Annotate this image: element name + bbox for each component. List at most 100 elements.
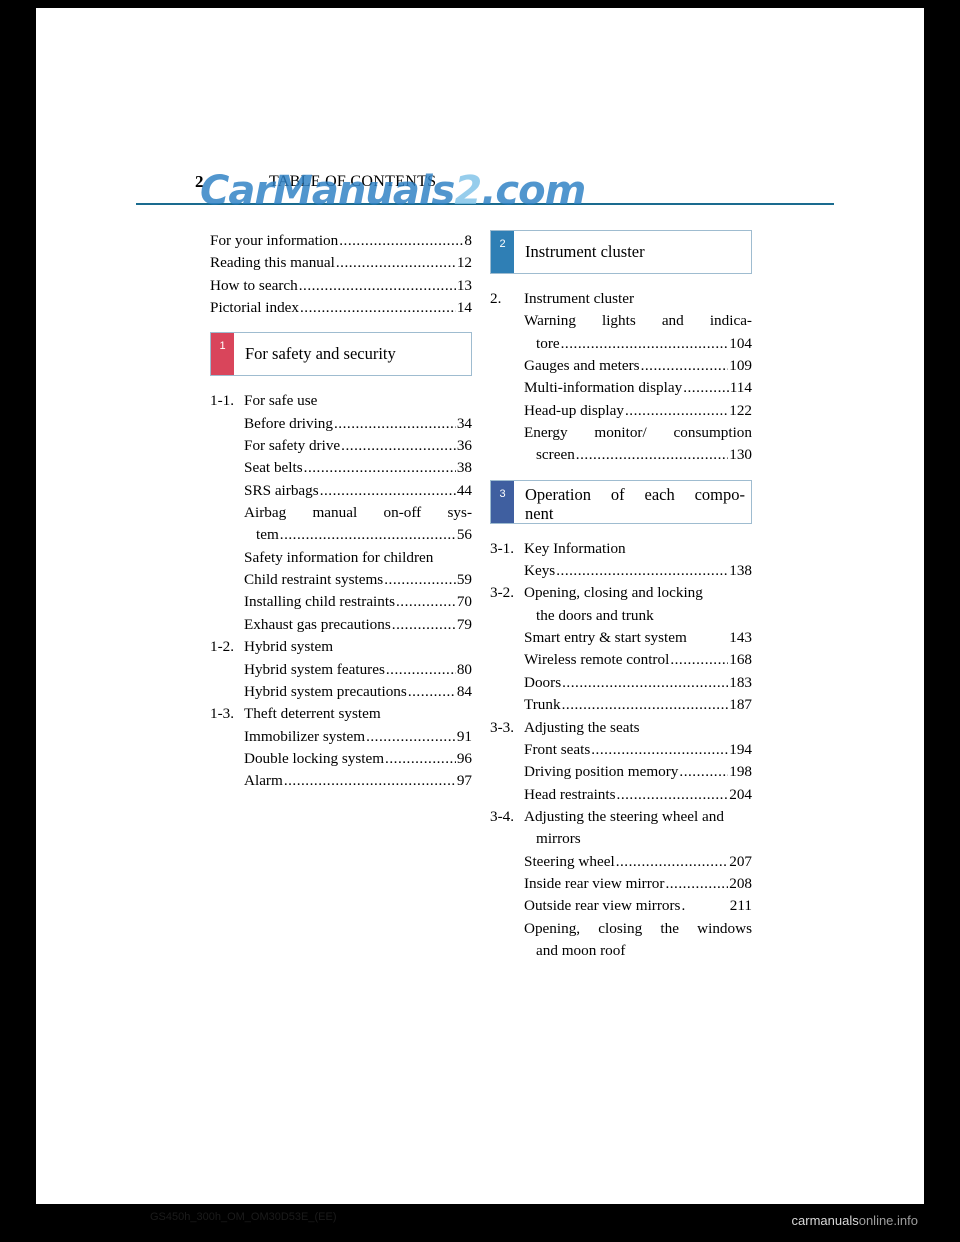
toc-entry-page: 56 xyxy=(456,526,472,544)
section-title-cont: mirrors xyxy=(490,828,752,850)
toc-entry-page: 187 xyxy=(729,696,752,714)
toc-entry[interactable]: Hybrid system features .................… xyxy=(210,659,472,681)
leader-dots: ........................................… xyxy=(679,763,728,781)
leader-dots: ........................................… xyxy=(670,651,728,669)
toc-entry-label: How to search xyxy=(210,276,298,294)
toc-entry-label: Gauges and meters xyxy=(524,357,640,375)
toc-entry-label: Multi-information display xyxy=(524,379,683,397)
toc-section-heading[interactable]: 3-4. Adjusting the steering wheel and xyxy=(490,806,752,828)
section-banner-title-line1: Operation of each compo- xyxy=(525,484,745,504)
toc-section-heading[interactable]: 1-1. For safe use xyxy=(210,390,472,412)
toc-entry[interactable]: Before driving .........................… xyxy=(210,413,472,435)
toc-entry[interactable]: Airbag manual on-off sys- tem ..........… xyxy=(210,502,472,547)
toc-entry[interactable]: Child restraint systems ................… xyxy=(210,569,472,591)
watermark-text-3: .com xyxy=(481,168,586,214)
section-title: Opening, closing and locking xyxy=(524,584,703,602)
section-number: 3-4. xyxy=(490,807,515,825)
toc-entry-label: Keys xyxy=(524,562,556,580)
toc-entry-page: 183 xyxy=(729,673,752,691)
toc-entry-page: 207 xyxy=(729,852,752,870)
toc-entry-label: Energy monitor/ consumption xyxy=(524,424,752,442)
toc-entry[interactable]: Driving position memory ................… xyxy=(490,761,752,783)
toc-section-heading[interactable]: 3-2. Opening, closing and locking xyxy=(490,582,752,604)
toc-section-heading[interactable]: 3-1. Key Information xyxy=(490,538,752,560)
section-title: Hybrid system xyxy=(244,638,334,656)
toc-entry[interactable]: Warning lights and indica- tore ........… xyxy=(490,310,752,355)
toc-entry-label-cont: tore xyxy=(536,334,560,352)
toc-entry[interactable]: Front seats ............................… xyxy=(490,739,752,761)
toc-entry-label: SRS airbags xyxy=(244,481,319,499)
toc-entry[interactable]: Smart entry & start system 143 xyxy=(490,627,752,649)
toc-entry[interactable]: Multi-information display ..............… xyxy=(490,377,752,399)
toc-entry-label-cont: tem xyxy=(256,526,279,544)
toc-right-column: 2 Instrument cluster 2. Instrument clust… xyxy=(490,230,752,962)
toc-entry[interactable]: Steering wheel .........................… xyxy=(490,851,752,873)
toc-entry[interactable]: Seat belts .............................… xyxy=(210,457,472,479)
toc-entry-page: 122 xyxy=(729,401,752,419)
toc-section-heading[interactable]: 2. Instrument cluster xyxy=(490,288,752,310)
toc-section-heading[interactable]: 1-2. Hybrid system xyxy=(210,636,472,658)
toc-entry[interactable]: For your information ...................… xyxy=(210,230,472,252)
toc-entry[interactable]: Trunk ..................................… xyxy=(490,694,752,716)
section-title: Adjusting the steering wheel and xyxy=(524,807,724,825)
toc-entry[interactable]: Pictorial index ........................… xyxy=(210,297,472,319)
toc-entry[interactable]: For safety drive .......................… xyxy=(210,435,472,457)
section-banner-title: Operation of each compo- nent xyxy=(514,481,751,523)
toc-entry-page: 14 xyxy=(456,299,472,317)
toc-entry-label: Seat belts xyxy=(244,459,303,477)
toc-entry-label: Pictorial index xyxy=(210,299,299,317)
toc-entry[interactable]: Installing child restraints ............… xyxy=(210,591,472,613)
toc-entry-page: 38 xyxy=(456,459,472,477)
section-banner-instrument-cluster[interactable]: 2 Instrument cluster xyxy=(490,230,752,274)
toc-entry[interactable]: Head restraints ........................… xyxy=(490,784,752,806)
toc-entry-page: 204 xyxy=(729,785,752,803)
toc-entry[interactable]: Doors ..................................… xyxy=(490,672,752,694)
leader-dots: ........................................… xyxy=(384,571,456,589)
toc-entry[interactable]: SRS airbags ............................… xyxy=(210,480,472,502)
toc-entry-page: 194 xyxy=(729,740,752,758)
toc-entry[interactable]: Head-up display ........................… xyxy=(490,400,752,422)
toc-entry-label: Reading this manual xyxy=(210,254,335,272)
section-number: 3-1. xyxy=(490,539,515,557)
toc-entry[interactable]: Opening, closing the windows and moon ro… xyxy=(490,918,752,963)
toc-entry[interactable]: How to search ..........................… xyxy=(210,275,472,297)
toc-entry[interactable]: Double locking system ..................… xyxy=(210,748,472,770)
leader-dots: ........................................… xyxy=(385,749,456,767)
leader-dots: ........................................… xyxy=(341,437,456,455)
toc-entry[interactable]: Outside rear view mirrors . 211 xyxy=(490,895,752,917)
page-sheet: 2 TABLE OF CONTENTS CarManuals2.com For … xyxy=(136,160,834,1223)
toc-entry[interactable]: Keys ...................................… xyxy=(490,560,752,582)
section-banner-operation[interactable]: 3 Operation of each compo- nent xyxy=(490,479,752,524)
toc-entry-page: 211 xyxy=(729,897,752,915)
toc-entry-page: 84 xyxy=(456,682,472,700)
toc-entry-page: 97 xyxy=(456,772,472,790)
toc-entry-page: 44 xyxy=(456,481,472,499)
toc-entry-label: Doors xyxy=(524,673,562,691)
section-banner-safety[interactable]: 1 For safety and security xyxy=(210,332,472,377)
toc-entry[interactable]: Immobilizer system .....................… xyxy=(210,726,472,748)
toc-entry-label: Exhaust gas precautions xyxy=(244,615,391,633)
toc-entry-label: Outside rear view mirrors xyxy=(524,897,681,915)
toc-entry[interactable]: Inside rear view mirror ................… xyxy=(490,873,752,895)
toc-entry-label: Airbag manual on-off sys- xyxy=(244,504,472,522)
toc-entry-label: Driving position memory xyxy=(524,763,679,781)
toc-entry-page: 13 xyxy=(456,276,472,294)
toc-entry[interactable]: Gauges and meters ......................… xyxy=(490,355,752,377)
toc-entry[interactable]: Energy monitor/ consumption screen .....… xyxy=(490,422,752,467)
toc-entry[interactable]: Safety information for children xyxy=(210,547,472,569)
toc-entry[interactable]: Alarm ..................................… xyxy=(210,770,472,792)
site-watermark: carmanualsonline.info xyxy=(792,1213,918,1228)
leader-dots: ........................................… xyxy=(683,379,729,397)
toc-entry-label: Child restraint systems xyxy=(244,571,384,589)
toc-section-heading[interactable]: 3-3. Adjusting the seats xyxy=(490,717,752,739)
toc-entry-label: For safety drive xyxy=(244,437,341,455)
toc-entry[interactable]: Hybrid system precautions ..............… xyxy=(210,681,472,703)
toc-entry[interactable]: Wireless remote control ................… xyxy=(490,649,752,671)
toc-entry-label: Head-up display xyxy=(524,401,624,419)
toc-entry-page: 114 xyxy=(729,379,752,397)
toc-section-heading[interactable]: 1-3. Theft deterrent system xyxy=(210,703,472,725)
toc-entry[interactable]: Reading this manual ....................… xyxy=(210,252,472,274)
toc-entry[interactable]: Exhaust gas precautions ................… xyxy=(210,614,472,636)
section-banner-number: 2 xyxy=(491,231,514,273)
section-number: 1-1. xyxy=(210,392,235,410)
